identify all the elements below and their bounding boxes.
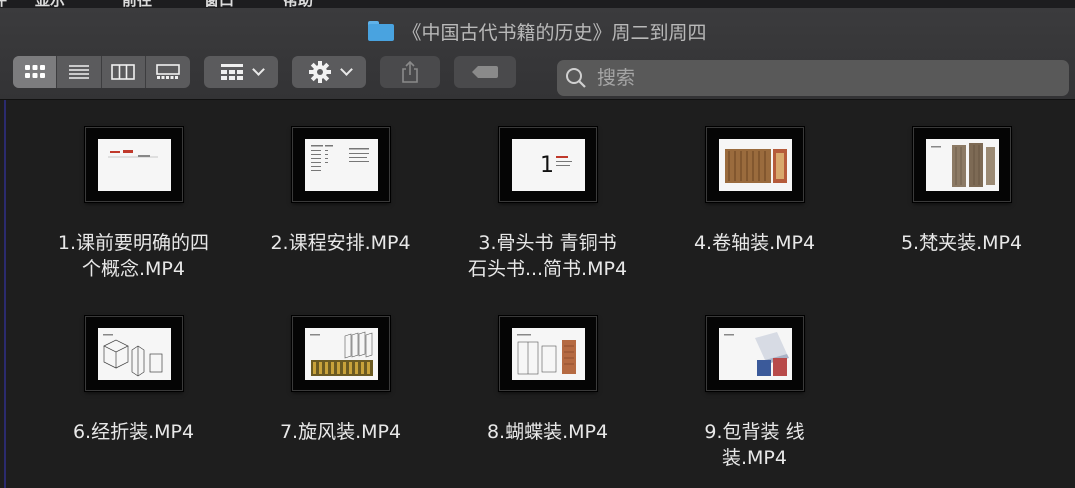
finder-window: 件 显示 前往 窗口 帮助 《中国古代书籍的历史》周二到周四	[0, 0, 1075, 488]
menu-file[interactable]: 件	[0, 0, 7, 8]
view-mode-switcher	[13, 56, 190, 88]
thumbnail-image	[718, 139, 792, 191]
file-name: 3.骨头书 青铜书 石头书...简书.MP4	[467, 232, 628, 280]
file-item[interactable]: 7.旋风装.MP4	[237, 316, 444, 476]
thumbnail-image	[304, 328, 378, 380]
chevron-down-icon	[339, 63, 353, 76]
gallery-view-icon	[156, 64, 180, 79]
file-name: 2.课程安排.MP4	[270, 232, 411, 254]
file-browser-content: 1.课前要明确的四 个概念.MP4 2.课程安排.MP4 1 3.骨头书 青铜书…	[4, 100, 1075, 488]
file-thumbnail	[84, 316, 183, 391]
grid-group-icon	[220, 64, 243, 80]
action-button[interactable]	[292, 56, 366, 88]
search-field[interactable]	[557, 60, 1069, 96]
file-name: 6.经折装.MP4	[72, 421, 195, 443]
share-button[interactable]	[380, 56, 440, 88]
file-thumbnail	[705, 316, 804, 391]
file-name: 8.蝴蝶装.MP4	[486, 421, 609, 443]
file-item[interactable]: 2.课程安排.MP4	[237, 127, 444, 287]
file-item[interactable]: 6.经折装.MP4	[30, 316, 237, 476]
file-thumbnail: 1	[498, 127, 597, 202]
file-grid: 1.课前要明确的四 个概念.MP4 2.课程安排.MP4 1 3.骨头书 青铜书…	[6, 100, 1075, 488]
menu-help[interactable]: 帮助	[283, 0, 313, 8]
list-view-icon	[68, 65, 89, 79]
thumbnail-image	[97, 328, 171, 380]
window-title: 《中国古代书籍的历史》周二到周四	[402, 21, 707, 44]
file-thumbnail	[705, 127, 804, 202]
search-icon	[566, 68, 586, 88]
chevron-down-icon	[251, 63, 265, 76]
tag-icon	[472, 66, 498, 78]
icon-view-icon	[24, 65, 45, 78]
menu-bar: 件 显示 前往 窗口 帮助	[0, 0, 1075, 8]
file-name: 9.包背装 线 装.MP4	[704, 421, 805, 469]
file-item[interactable]: 8.蝴蝶装.MP4	[444, 316, 651, 476]
file-name: 1.课前要明确的四 个概念.MP4	[57, 232, 210, 280]
file-name: 7.旋风装.MP4	[279, 421, 402, 443]
file-name: 5.梵夹装.MP4	[900, 232, 1023, 254]
menu-view[interactable]: 显示	[35, 0, 65, 8]
file-item[interactable]: 4.卷轴装.MP4	[651, 127, 858, 287]
thumbnail-image: 1	[511, 139, 585, 191]
window-title-area: 《中国古代书籍的历史》周二到周四	[0, 18, 1075, 44]
file-thumbnail	[291, 127, 390, 202]
search-input[interactable]	[597, 63, 1037, 93]
file-thumbnail	[291, 316, 390, 391]
group-button[interactable]	[204, 56, 278, 88]
thumbnail-image	[718, 328, 792, 380]
gallery-view-button[interactable]	[146, 56, 190, 88]
thumbnail-number: 1	[540, 153, 554, 178]
column-view-button[interactable]	[102, 56, 146, 88]
file-thumbnail	[84, 127, 183, 202]
tag-button[interactable]	[454, 56, 516, 88]
file-item[interactable]: 9.包背装 线 装.MP4	[651, 316, 858, 476]
title-bar: 《中国古代书籍的历史》周二到周四	[0, 8, 1075, 100]
gear-icon	[308, 61, 331, 83]
thumbnail-image	[511, 328, 585, 380]
thumbnail-image	[97, 139, 171, 191]
file-thumbnail	[912, 127, 1011, 202]
menu-go[interactable]: 前往	[122, 0, 152, 8]
list-view-button[interactable]	[57, 56, 102, 88]
folder-icon	[368, 21, 395, 41]
thumbnail-image	[925, 139, 999, 191]
file-name: 4.卷轴装.MP4	[693, 232, 816, 254]
file-item[interactable]: 1.课前要明确的四 个概念.MP4	[30, 127, 237, 287]
file-thumbnail	[498, 316, 597, 391]
file-item[interactable]: 1 3.骨头书 青铜书 石头书...简书.MP4	[444, 127, 651, 287]
column-view-icon	[111, 64, 135, 80]
share-icon	[402, 60, 418, 83]
thumbnail-image	[304, 139, 378, 191]
menu-window[interactable]: 窗口	[204, 0, 234, 8]
icon-view-button[interactable]	[13, 56, 58, 88]
file-item[interactable]: 5.梵夹装.MP4	[858, 127, 1065, 287]
